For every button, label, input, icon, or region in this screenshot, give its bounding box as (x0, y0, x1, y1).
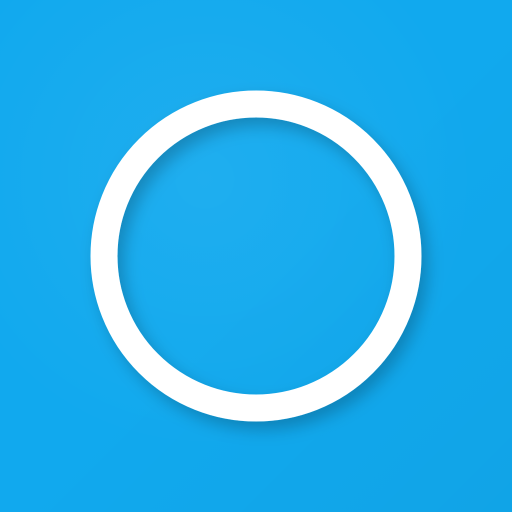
app-icon-tile (0, 0, 512, 512)
ring-icon (90, 90, 422, 422)
ring-shape (90, 90, 422, 422)
